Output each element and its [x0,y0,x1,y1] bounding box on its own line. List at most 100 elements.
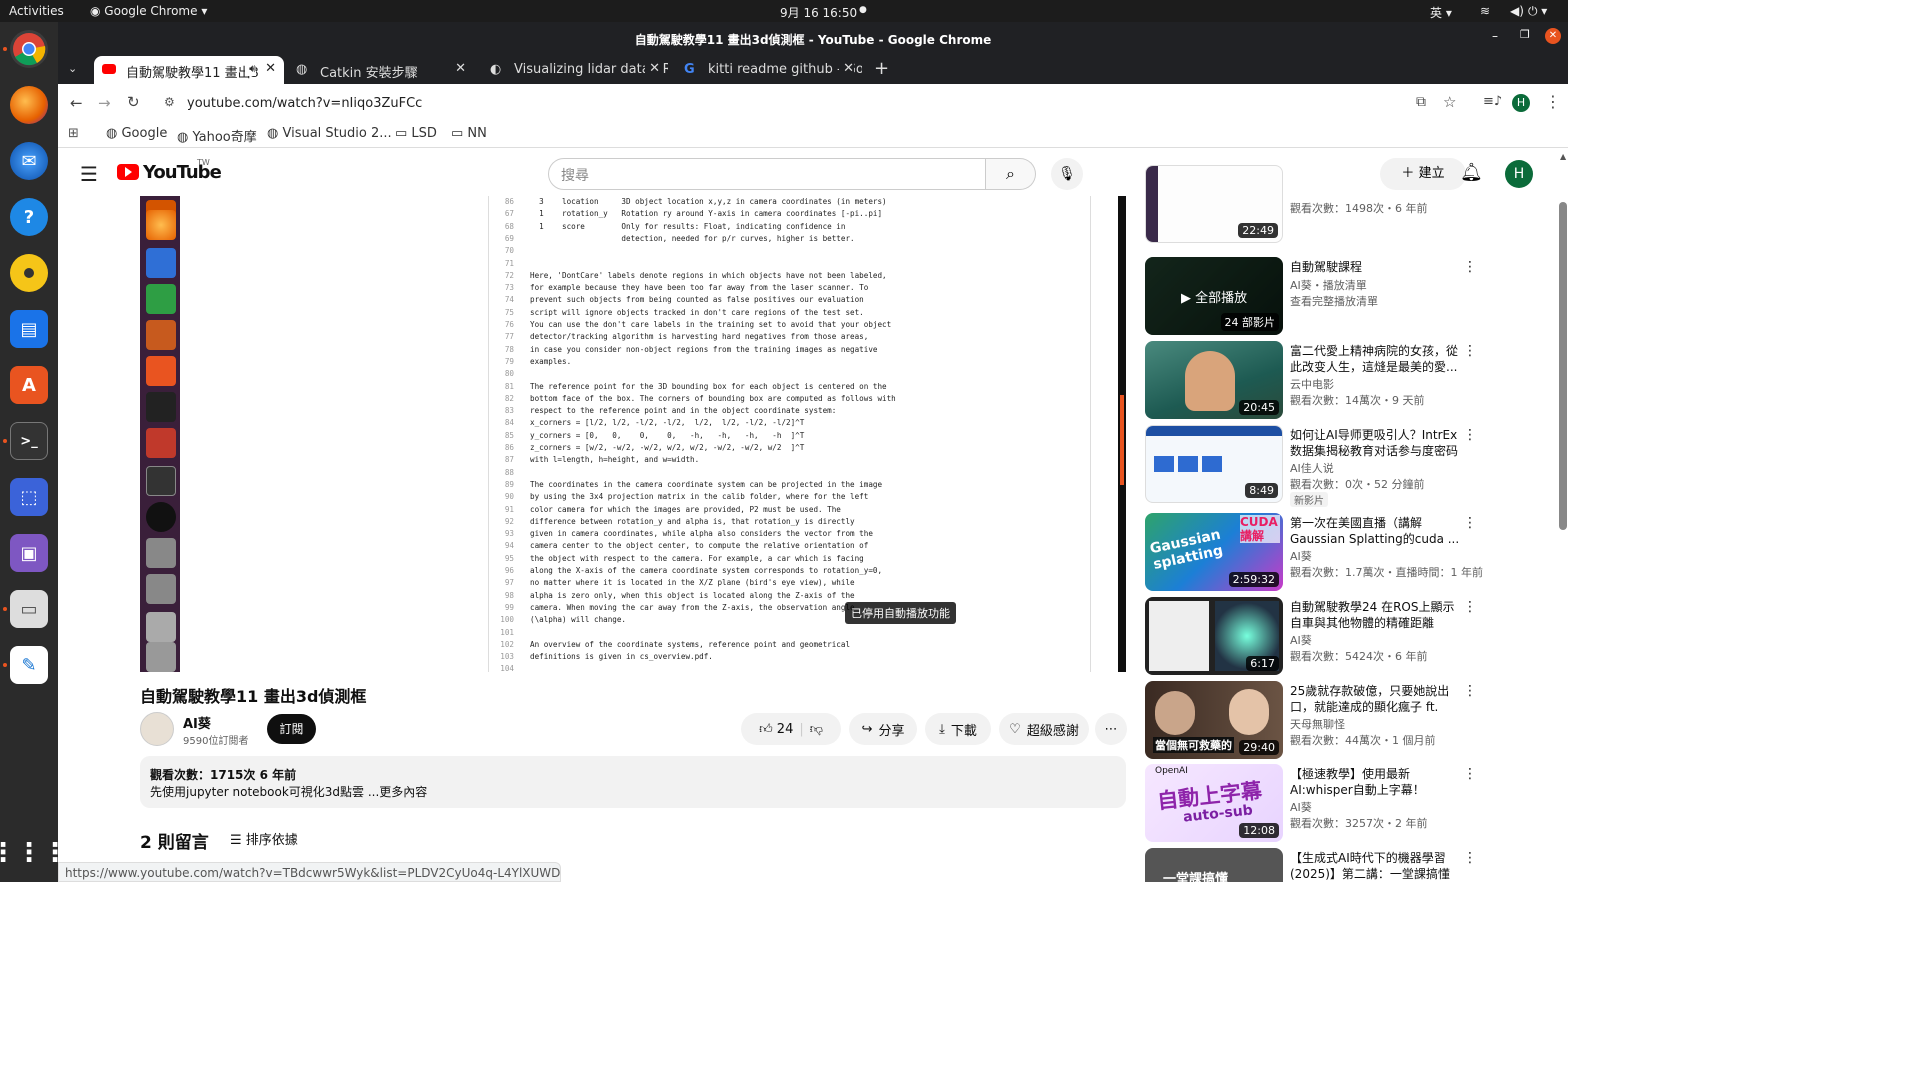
bookmark-yahoo[interactable]: ◍ Yahoo奇摩 [177,126,257,145]
omnibox[interactable]: ⚙ youtube.com/watch?v=nIiqo3ZuFCc [158,90,1498,118]
reco-more-icon[interactable]: ⋮ [1463,850,1477,866]
terminal-dock-icon[interactable]: >_ [10,422,48,460]
wifi-icon[interactable]: ≋ [1480,4,1490,18]
reco-title[interactable]: 【極速教學】使用最新 AI:whisper自動上字幕！ [1290,766,1460,798]
reco-thumbnail[interactable]: 一堂課搞懂 [1145,848,1283,882]
youtube-logo-icon[interactable] [117,164,139,180]
close-tab-icon[interactable]: ✕ [455,61,466,76]
bookmark-folder-nn[interactable]: ▭ NN [451,126,487,141]
close-tab-icon[interactable]: ✕ [265,61,276,76]
share-button[interactable]: ↪ 分享 [849,713,917,745]
reco-item[interactable]: 當個無可救藥的 29:40 25歲就存款破億，只要她說出口，就能達成的顯化瘋子 … [1145,681,1545,759]
create-button[interactable]: ＋ 建立 [1380,158,1466,190]
app-grid-icon[interactable]: ⋮⋮⋮ [0,834,68,872]
close-window-icon[interactable]: ✕ [1545,28,1561,44]
maximize-icon[interactable]: ❐ [1520,28,1530,41]
reco-thumbnail[interactable]: 20:45 [1145,341,1283,419]
tab-search-icon[interactable]: ⌄ [68,62,77,75]
subscribe-button[interactable]: 訂閱 [267,714,316,744]
reco-thumbnail[interactable]: 當個無可救藥的 29:40 [1145,681,1283,759]
apps-grid-icon[interactable]: ⊞ [68,126,79,141]
tab-youtube[interactable]: 自動駕駛教學11 畫出3 🔊︎ ✕ [94,56,284,84]
dislike-button[interactable]: 👎︎ [810,722,823,737]
channel-name[interactable]: AI葵 [183,713,211,732]
writer-dock-icon[interactable]: ▤ [10,310,48,348]
video-player[interactable]: 86 3 location 3D object location x,y,z i… [140,196,1126,673]
account-avatar[interactable]: H [1505,160,1533,188]
power-icon[interactable]: ⏻ ▾ [1528,4,1547,19]
files-dock-icon[interactable]: ▭ [10,590,48,628]
reco-title[interactable]: 富二代愛上精神病院的女孩，從此改变人生，這熢是最美的愛... [1290,343,1460,375]
forward-icon[interactable]: → [98,94,111,112]
firefox-dock-icon[interactable] [10,86,48,124]
reco-title[interactable]: 【生成式AI時代下的機器學習(2025)】第二講：一堂課搞懂 ... [1290,850,1460,882]
bookmark-visual-studio[interactable]: ◍ Visual Studio 2... [267,126,392,141]
play-all-overlay[interactable]: ▶ 全部播放 [1181,287,1247,306]
reco-more-icon[interactable]: ⋮ [1463,343,1477,359]
tab-catkin[interactable]: ◍ Catkin 安裝步驟 ✕ [288,56,474,84]
reco-title[interactable]: 25歲就存款破億，只要她說出口，就能達成的顯化瘋子 ft. 米... [1290,683,1460,715]
site-info-icon[interactable]: ⚙ [164,95,175,109]
screenshot-dock-icon[interactable]: ⬚ [10,478,48,516]
description-box[interactable]: 觀看次數：1715次 6 年前 先使用jupyter notebook可視化3d… [140,756,1126,808]
reco-channel[interactable]: AI葵 [1290,632,1312,648]
minimize-icon[interactable]: – [1492,29,1498,43]
reco-channel[interactable]: 云中电影 [1290,376,1334,392]
tab-lidar[interactable]: ◐ Visualizing lidar data - Ra ✕ [482,56,668,84]
tab-kitti[interactable]: G kitti readme github - Goo ✕ [676,56,862,84]
reco-title[interactable]: 第一次在美國直播（講解 Gaussian Splatting的cuda ... [1290,515,1460,547]
close-tab-icon[interactable]: ✕ [839,61,854,76]
reco-item[interactable]: 一堂課搞懂 【生成式AI時代下的機器學習(2025)】第二講：一堂課搞懂 ...… [1145,848,1545,882]
profile-avatar[interactable]: H [1512,94,1530,112]
clock[interactable]: 9月 16 16:50 [780,4,857,21]
reco-title[interactable]: 自動駕駛課程 [1290,259,1460,275]
input-method[interactable]: 英 ▾ [1430,4,1452,21]
like-button[interactable]: 👍︎ 24 [759,722,793,737]
close-tab-icon[interactable]: ✕ [645,61,660,76]
audio-icon[interactable]: 🔊︎ [245,62,256,76]
bookmark-star-icon[interactable]: ☆ [1443,93,1456,111]
channel-avatar[interactable] [140,712,174,746]
reco-thumbnail[interactable]: Gaussian splatting CUDA 講解 2:59:32 [1145,513,1283,591]
menu-kebab-icon[interactable]: ⋮ [1545,92,1561,111]
download-button[interactable]: ⤓ 下載 [925,713,991,745]
reco-meta[interactable]: 查看完整播放清單 [1290,293,1378,309]
thunderbird-dock-icon[interactable]: ✉ [10,142,48,180]
more-actions-icon[interactable]: ⋯ [1095,713,1127,745]
reco-channel[interactable]: AI葵 [1290,799,1312,815]
bookmark-google[interactable]: ◍ Google [106,126,167,141]
reco-channel[interactable]: AI葵 [1290,548,1312,564]
reco-thumbnail[interactable]: 6:17 [1145,597,1283,675]
new-tab-icon[interactable]: + [874,58,889,79]
reco-item[interactable]: 22:49 觀看次數：1498次・6 年前 [1145,165,1545,243]
reco-thumbnail[interactable]: 22:49 [1145,165,1283,243]
voice-search-icon[interactable]: 🎙︎ [1051,158,1083,190]
activities-button[interactable]: Activities [9,4,64,18]
chrome-dock-icon[interactable] [10,30,48,68]
reco-channel[interactable]: AI葵・播放清單 [1290,277,1367,293]
reco-thumbnail[interactable]: ▶ 全部播放 24 部影片 [1145,257,1283,335]
reco-title[interactable]: 自動駕駛教學24 在ROS上顯示自車與其他物體的精確距離 [1290,599,1460,631]
reco-more-icon[interactable]: ⋮ [1463,599,1477,615]
guide-menu-icon[interactable]: ☰ [80,162,98,186]
reco-item[interactable]: OpenAI 自動上字幕 auto-sub 12:08 【極速教學】使用最新 A… [1145,764,1545,842]
scroll-up-icon[interactable]: ▲ [1560,152,1566,161]
reco-more-icon[interactable]: ⋮ [1463,259,1477,275]
search-button[interactable]: ⌕ [986,158,1036,190]
video-dock-icon[interactable]: ▣ [10,534,48,572]
reco-item[interactable]: ▶ 全部播放 24 部影片 自動駕駛課程 AI葵・播放清單 查看完整播放清單 ⋮ [1145,257,1545,335]
reco-item[interactable]: Gaussian splatting CUDA 講解 2:59:32 第一次在美… [1145,513,1545,591]
app-menu[interactable]: ◉ Google Chrome ▾ [90,4,207,18]
notifications-bell-icon[interactable]: 🔔︎ [1460,162,1483,183]
reload-icon[interactable]: ↻ [127,93,140,111]
reco-thumbnail[interactable]: OpenAI 自動上字幕 auto-sub 12:08 [1145,764,1283,842]
reco-channel[interactable]: 天母無聊怪 [1290,716,1345,732]
scrollbar-thumb[interactable] [1559,202,1567,530]
reco-more-icon[interactable]: ⋮ [1463,683,1477,699]
reco-title[interactable]: 如何让AI导师更吸引人？IntrEx 数据集揭秘教育对话参与度密码 [1290,427,1460,459]
reco-item[interactable]: 6:17 自動駕駛教學24 在ROS上顯示自車與其他物體的精確距離 AI葵 觀看… [1145,597,1545,675]
text-editor-dock-icon[interactable]: ✎ [10,646,48,684]
back-icon[interactable]: ← [70,94,83,112]
reco-more-icon[interactable]: ⋮ [1463,766,1477,782]
install-icon[interactable]: ⧉ [1416,94,1426,110]
